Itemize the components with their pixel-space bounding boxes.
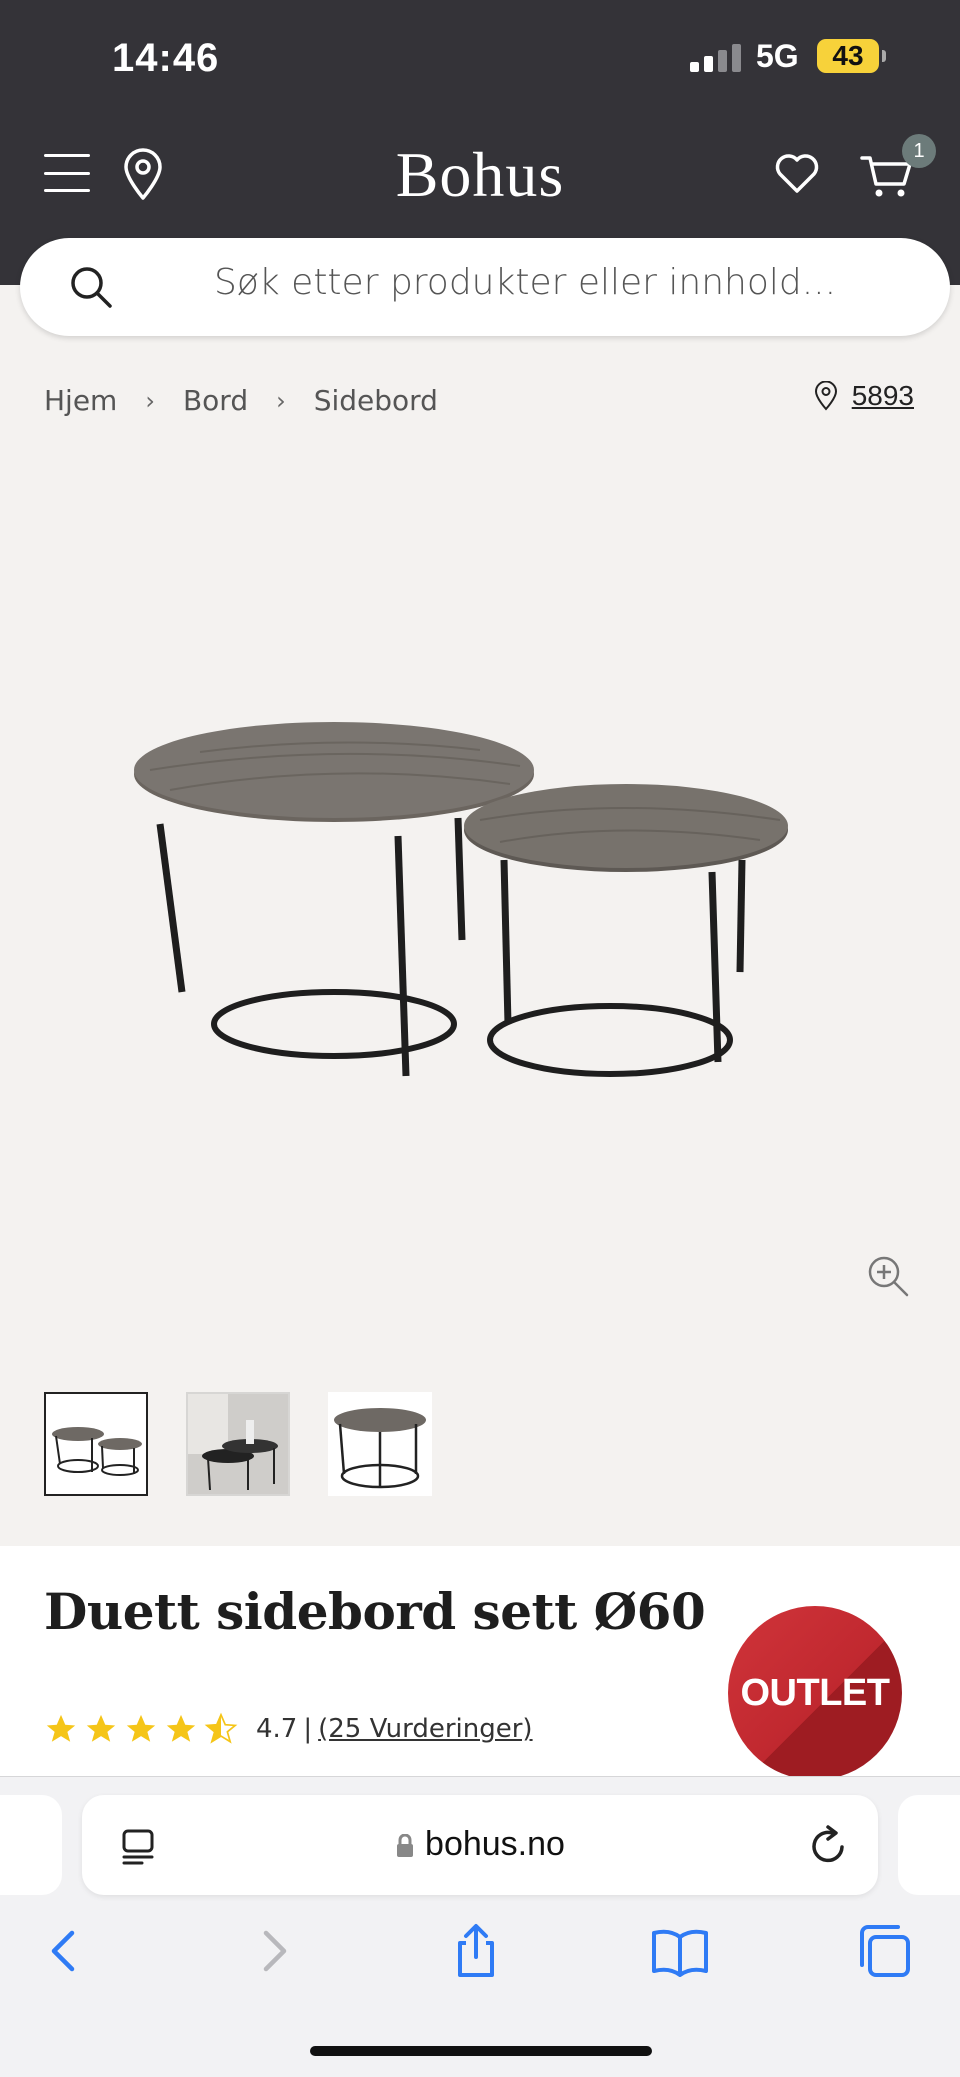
url-text: bohus.no	[425, 1825, 565, 1863]
breadcrumb-bord[interactable]: Bord	[183, 384, 248, 417]
battery-level: 43	[832, 40, 864, 71]
location-pin-icon	[814, 381, 837, 411]
reviews-link[interactable]: (25 Vurderinger)	[318, 1714, 532, 1744]
product-info: Duett sidebord sett Ø60 4.7 | (25 Vurder…	[0, 1546, 960, 1780]
network-type: 5G	[756, 38, 799, 74]
thumbnail-2[interactable]	[186, 1392, 290, 1496]
forward-icon[interactable]	[244, 1921, 304, 1981]
thumbnail-3[interactable]	[328, 1392, 432, 1496]
star-icon	[86, 1714, 116, 1742]
outlet-badge: OUTLET	[728, 1606, 902, 1780]
star-icon	[126, 1714, 156, 1742]
bookmarks-icon[interactable]	[650, 1921, 710, 1981]
cellular-signal-icon	[690, 44, 741, 72]
star-icon	[166, 1714, 196, 1742]
rating-stars	[44, 1712, 238, 1746]
home-indicator	[310, 2046, 652, 2056]
store-selector[interactable]: 5893	[814, 380, 914, 412]
battery-nub	[882, 50, 886, 62]
next-tab-preview[interactable]	[898, 1795, 960, 1895]
rating-value: 4.7	[256, 1714, 298, 1744]
rating-separator: |	[303, 1714, 313, 1744]
lock-icon	[397, 1834, 414, 1858]
chevron-right-icon: ›	[276, 386, 286, 415]
share-icon[interactable]	[446, 1921, 506, 1981]
product-image[interactable]	[100, 700, 860, 1100]
previous-tab-preview[interactable]	[0, 1795, 62, 1895]
back-icon[interactable]	[34, 1921, 94, 1981]
url-display[interactable]: bohus.no	[82, 1825, 878, 1864]
thumbnail-gallery	[44, 1392, 432, 1496]
half-star-icon	[204, 1712, 238, 1744]
zoom-in-icon[interactable]	[866, 1254, 910, 1298]
browser-toolbar: bohus.no	[0, 1776, 960, 2077]
status-time: 14:46	[112, 36, 220, 80]
search-bar[interactable]: Søk etter produkter eller innhold...	[20, 238, 950, 336]
tabs-icon[interactable]	[854, 1921, 914, 1981]
product-title: Duett sidebord sett Ø60	[44, 1582, 706, 1641]
search-input[interactable]: Søk etter produkter eller innhold...	[214, 262, 836, 303]
heart-icon[interactable]	[772, 148, 822, 198]
address-bar[interactable]: bohus.no	[82, 1795, 878, 1895]
thumbnail-1[interactable]	[44, 1392, 148, 1496]
breadcrumb-home[interactable]: Hjem	[44, 384, 117, 417]
star-icon	[46, 1714, 76, 1742]
search-icon	[71, 267, 112, 308]
reload-icon[interactable]	[808, 1823, 850, 1867]
battery-icon: 43	[817, 39, 879, 73]
breadcrumb: Hjem › Bord › Sidebord	[44, 384, 438, 417]
chevron-right-icon: ›	[145, 386, 155, 415]
store-number: 5893	[851, 380, 914, 411]
breadcrumb-sidebord[interactable]: Sidebord	[314, 384, 438, 417]
product-rating: 4.7 | (25 Vurderinger)	[44, 1712, 533, 1746]
cart-count-badge: 1	[902, 134, 936, 168]
